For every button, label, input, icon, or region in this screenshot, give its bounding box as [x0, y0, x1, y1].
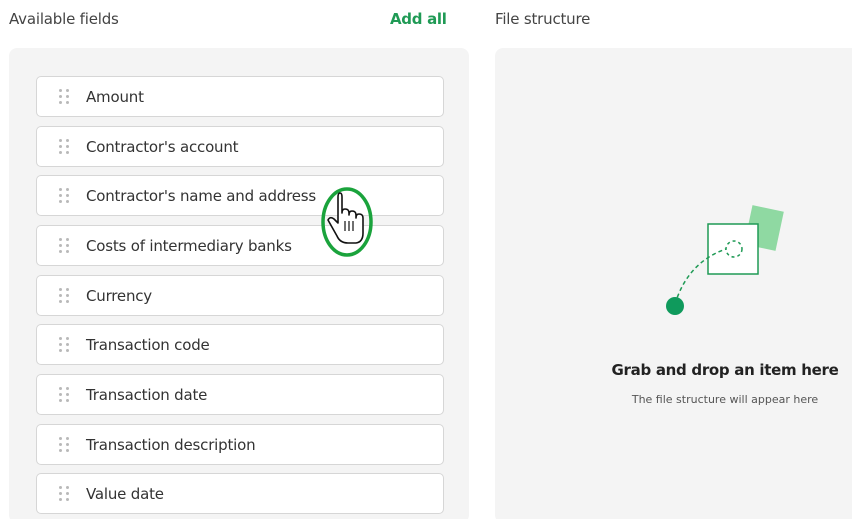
- field-item-amount[interactable]: Amount: [36, 76, 444, 117]
- drag-handle-icon[interactable]: [59, 485, 69, 502]
- field-item-transaction-description[interactable]: Transaction description: [36, 424, 444, 465]
- field-item-transaction-code[interactable]: Transaction code: [36, 324, 444, 365]
- field-label: Amount: [86, 87, 144, 106]
- field-label: Currency: [86, 286, 152, 305]
- field-label: Transaction code: [86, 335, 210, 354]
- drag-handle-icon[interactable]: [59, 138, 69, 155]
- drag-handle-icon[interactable]: [59, 336, 69, 353]
- field-label: Transaction description: [86, 435, 256, 454]
- drag-handle-icon[interactable]: [59, 436, 69, 453]
- field-label: Value date: [86, 484, 164, 503]
- field-item-currency[interactable]: Currency: [36, 275, 444, 316]
- add-all-button[interactable]: Add all: [390, 10, 447, 28]
- drag-handle-icon[interactable]: [59, 237, 69, 254]
- drag-handle-icon[interactable]: [59, 187, 69, 204]
- dropzone-empty-subtitle: The file structure will appear here: [631, 393, 819, 406]
- dropzone-empty-title: Grab and drop an item here: [611, 361, 839, 379]
- field-item-costs-intermediary-banks[interactable]: Costs of intermediary banks: [36, 225, 444, 266]
- available-fields-title: Available fields: [9, 10, 119, 28]
- field-item-transaction-date[interactable]: Transaction date: [36, 374, 444, 415]
- field-item-contractors-name-address[interactable]: Contractor's name and address: [36, 175, 444, 216]
- drag-handle-icon[interactable]: [59, 88, 69, 105]
- drag-handle-icon[interactable]: [59, 287, 69, 304]
- field-item-contractors-account[interactable]: Contractor's account: [36, 126, 444, 167]
- field-label: Contractor's name and address: [86, 186, 317, 205]
- field-label: Transaction date: [86, 385, 208, 404]
- drag-handle-icon[interactable]: [59, 386, 69, 403]
- field-item-value-date[interactable]: Value date: [36, 473, 444, 514]
- field-label: Contractor's account: [86, 137, 239, 156]
- field-label: Costs of intermediary banks: [86, 236, 292, 255]
- available-fields-panel: Amount Contractor's account Contractor's…: [9, 48, 469, 519]
